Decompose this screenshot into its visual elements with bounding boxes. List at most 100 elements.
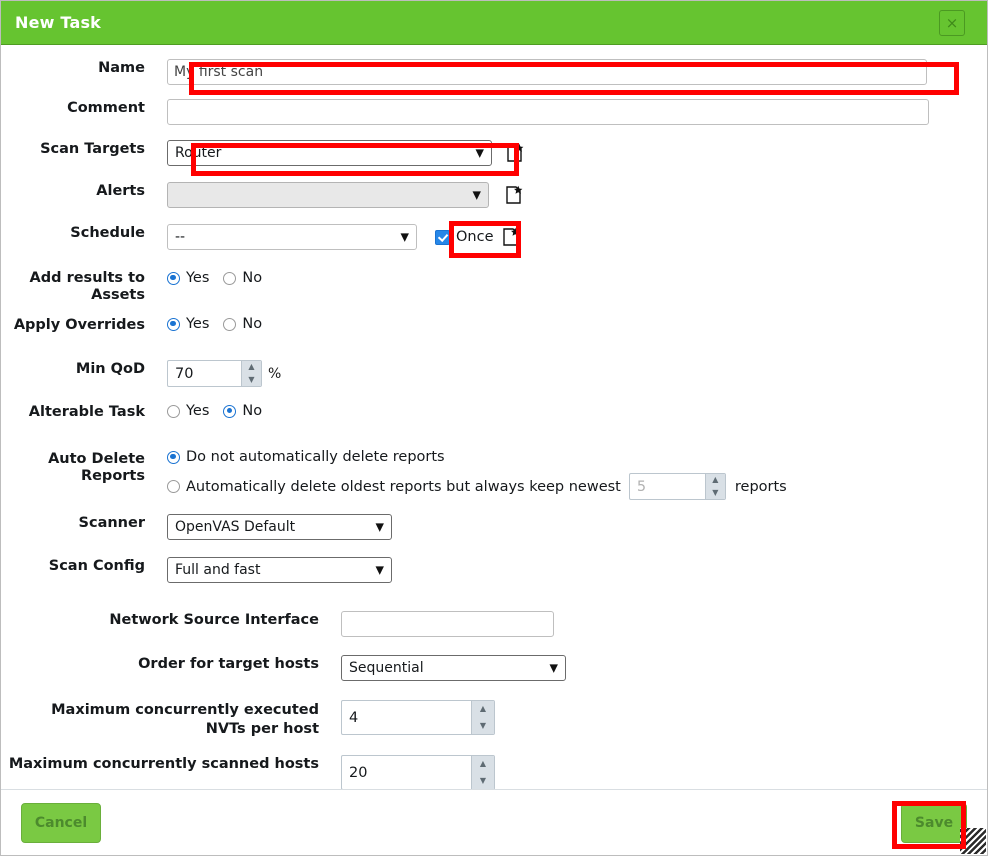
row-scanner: Scanner OpenVAS Default ▼ <box>1 514 987 544</box>
new-task-dialog: New Task × Name Comment Scan Targets Rou… <box>0 0 988 856</box>
row-add-results-to-assets: Add results to Assets Yes No <box>1 268 987 304</box>
auto-delete-keep-count-value: 5 <box>630 474 705 499</box>
add-results-yes-radio[interactable]: Yes <box>167 270 209 286</box>
max-nvts-per-host-stepper[interactable]: 4 ▲ ▼ <box>341 700 495 735</box>
scanner-select[interactable]: OpenVAS Default ▼ <box>167 514 392 540</box>
label-schedule: Schedule <box>1 224 167 242</box>
radio-selected-icon <box>167 451 180 464</box>
label-scanner: Scanner <box>1 514 167 532</box>
max-scanned-hosts-stepper[interactable]: 20 ▲ ▼ <box>341 755 495 789</box>
alerts-select[interactable]: ▼ <box>167 182 489 208</box>
chevron-down-icon: ▼ <box>376 522 384 533</box>
max-scanned-hosts-value: 20 <box>342 756 471 789</box>
min-qod-stepper[interactable]: 70 ▲ ▼ <box>167 360 262 387</box>
radio-selected-icon <box>167 318 180 331</box>
scan-config-value: Full and fast <box>175 562 260 578</box>
order-for-target-hosts-value: Sequential <box>349 660 424 676</box>
schedule-once-checkbox[interactable]: Once <box>435 229 494 245</box>
label-max-nvts-line1: Maximum concurrently executed <box>1 701 319 720</box>
row-schedule: Schedule -- ▼ Once <box>1 224 987 254</box>
stepper-down-icon[interactable]: ▼ <box>242 374 261 387</box>
label-min-qod: Min QoD <box>1 360 167 378</box>
stepper-up-icon[interactable]: ▲ <box>472 701 494 718</box>
apply-overrides-yes-radio[interactable]: Yes <box>167 316 209 332</box>
radio-unselected-icon <box>167 480 180 493</box>
label-alerts: Alerts <box>1 182 167 200</box>
chevron-down-icon: ▼ <box>550 663 558 674</box>
row-order-for-target-hosts: Order for target hosts Sequential ▼ <box>1 655 987 685</box>
add-results-no-radio[interactable]: No <box>223 270 262 286</box>
scan-config-select[interactable]: Full and fast ▼ <box>167 557 392 583</box>
network-source-interface-input[interactable] <box>341 611 554 637</box>
apply-overrides-yes-label: Yes <box>186 316 209 332</box>
checkbox-checked-icon <box>435 230 450 245</box>
row-comment: Comment <box>1 99 987 129</box>
auto-delete-keep-count-stepper[interactable]: 5 ▲ ▼ <box>629 473 726 500</box>
row-apply-overrides: Apply Overrides Yes No <box>1 316 987 346</box>
new-alert-icon[interactable] <box>505 185 523 205</box>
auto-delete-oldest-label: Automatically delete oldest reports but … <box>186 479 621 495</box>
scan-targets-select[interactable]: Router ▼ <box>167 140 492 166</box>
apply-overrides-no-radio[interactable]: No <box>223 316 262 332</box>
schedule-once-label: Once <box>456 229 494 245</box>
cancel-button[interactable]: Cancel <box>21 803 101 843</box>
stepper-down-icon[interactable]: ▼ <box>706 487 725 500</box>
radio-unselected-icon <box>223 272 236 285</box>
stepper-up-icon[interactable]: ▲ <box>706 474 725 487</box>
resize-handle[interactable] <box>960 828 986 854</box>
stepper-down-icon[interactable]: ▼ <box>472 718 494 735</box>
scanner-value: OpenVAS Default <box>175 519 295 535</box>
label-scan-targets: Scan Targets <box>1 140 167 158</box>
max-nvts-per-host-value: 4 <box>342 701 471 734</box>
row-alerts: Alerts ▼ <box>1 182 987 212</box>
comment-input[interactable] <box>167 99 929 125</box>
chevron-down-icon: ▼ <box>376 565 384 576</box>
label-apply-overrides: Apply Overrides <box>1 316 167 334</box>
label-add-results-to-assets: Add results to Assets <box>1 268 167 304</box>
radio-selected-icon <box>167 272 180 285</box>
label-scan-config: Scan Config <box>1 557 167 575</box>
save-button[interactable]: Save <box>901 803 967 843</box>
dialog-titlebar: New Task × <box>1 1 987 45</box>
auto-delete-keep-all-radio[interactable]: Do not automatically delete reports <box>167 449 445 465</box>
apply-overrides-no-label: No <box>242 316 262 332</box>
min-qod-stepper-buttons[interactable]: ▲ ▼ <box>241 361 261 386</box>
label-comment: Comment <box>1 99 167 117</box>
chevron-down-icon: ▼ <box>473 190 481 201</box>
row-name: Name <box>1 59 987 89</box>
dialog-footer: Cancel Save <box>1 789 987 855</box>
row-scan-targets: Scan Targets Router ▼ <box>1 140 987 170</box>
alterable-task-yes-label: Yes <box>186 403 209 419</box>
max-nvts-stepper-buttons[interactable]: ▲ ▼ <box>471 701 494 734</box>
row-max-nvts-per-host: Maximum concurrently executed NVTs per h… <box>1 700 987 739</box>
schedule-select[interactable]: -- ▼ <box>167 224 417 250</box>
label-max-nvts-line2: NVTs per host <box>1 720 319 739</box>
name-input[interactable] <box>167 59 927 85</box>
row-auto-delete-reports: Auto Delete Reports Do not automatically… <box>1 449 987 500</box>
stepper-up-icon[interactable]: ▲ <box>242 361 261 374</box>
chevron-down-icon: ▼ <box>401 232 409 243</box>
label-alterable-task: Alterable Task <box>1 403 167 421</box>
stepper-up-icon[interactable]: ▲ <box>472 756 494 773</box>
row-max-scanned-hosts: Maximum concurrently scanned hosts 20 ▲ … <box>1 755 987 789</box>
max-scanned-hosts-stepper-buttons[interactable]: ▲ ▼ <box>471 756 494 789</box>
add-results-yes-label: Yes <box>186 270 209 286</box>
label-max-nvts-per-host: Maximum concurrently executed NVTs per h… <box>1 700 341 739</box>
stepper-down-icon[interactable]: ▼ <box>472 773 494 790</box>
close-icon[interactable]: × <box>939 10 965 36</box>
order-for-target-hosts-select[interactable]: Sequential ▼ <box>341 655 566 681</box>
new-schedule-icon[interactable] <box>502 227 520 247</box>
row-network-source-interface: Network Source Interface <box>1 611 987 641</box>
auto-delete-reports-suffix: reports <box>735 479 787 495</box>
radio-unselected-icon <box>223 318 236 331</box>
auto-delete-oldest-radio[interactable]: Automatically delete oldest reports but … <box>167 479 621 495</box>
keep-count-stepper-buttons[interactable]: ▲ ▼ <box>705 474 725 499</box>
add-results-no-label: No <box>242 270 262 286</box>
row-min-qod: Min QoD 70 ▲ ▼ % <box>1 360 987 390</box>
label-max-scanned-hosts: Maximum concurrently scanned hosts <box>1 755 341 773</box>
dialog-title: New Task <box>15 13 939 32</box>
new-target-icon[interactable] <box>506 143 524 163</box>
label-auto-delete-line1: Auto Delete <box>1 451 145 468</box>
alterable-task-yes-radio[interactable]: Yes <box>167 403 209 419</box>
alterable-task-no-radio[interactable]: No <box>223 403 262 419</box>
